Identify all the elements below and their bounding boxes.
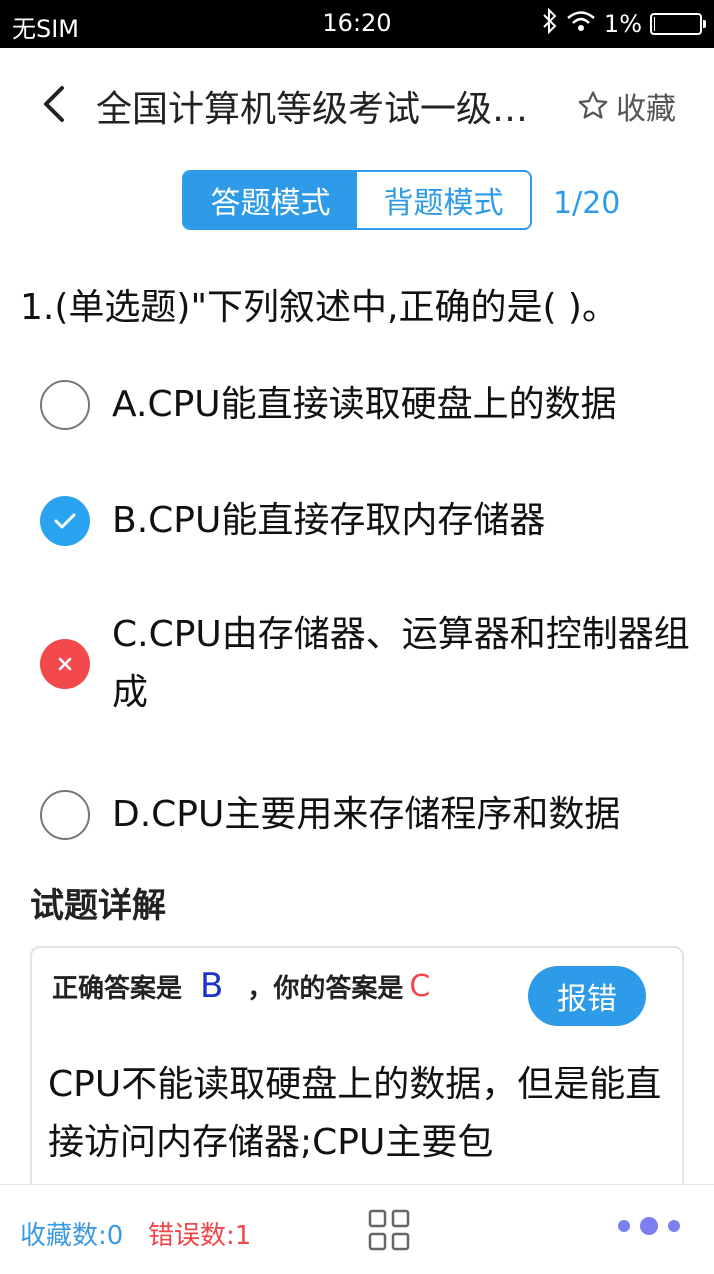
option-label: B.CPU能直接存取内存储器 <box>112 500 546 541</box>
chevron-left-icon <box>44 86 64 122</box>
mode-switch: 答题模式 背题模式 <box>182 170 532 230</box>
detail-title: 试题详解 <box>30 886 166 926</box>
battery-percent: 1% <box>603 10 642 38</box>
tab-answer-mode[interactable]: 答题模式 <box>184 172 357 228</box>
radio-unselected-icon <box>40 380 90 430</box>
favorite-label: 收藏 <box>616 92 676 127</box>
question-text: 1.(单选题)"下列叙述中,正确的是( )。 <box>20 287 618 328</box>
page-title: 全国计算机等级考试一级… <box>96 89 529 130</box>
detail-box: 正确答案是 B ，你的答案是 C 报错 CPU不能读取硬盘上的数据，但是能直接访… <box>30 946 684 1206</box>
your-answer-label: ，你的答案是 <box>247 973 404 1004</box>
back-button[interactable] <box>36 80 76 128</box>
more-dots-icon[interactable] <box>618 1217 680 1235</box>
status-bar: 无SIM 16:20 1% <box>0 0 714 48</box>
status-icons: 1% <box>542 7 706 40</box>
battery-fill <box>654 17 655 31</box>
dot <box>668 1220 680 1232</box>
correct-answer-label: 正确答案是 <box>52 973 183 1004</box>
dot <box>618 1220 630 1232</box>
option-label: A.CPU能直接读取硬盘上的数据 <box>112 384 617 425</box>
option-label: D.CPU主要用来存储程序和数据 <box>112 794 621 835</box>
favorite-count[interactable]: 收藏数:0 <box>20 1215 123 1252</box>
your-answer-value: C <box>409 968 431 1004</box>
correct-answer-value: B <box>200 966 224 1006</box>
option-label: C.CPU由存储器、运算器和控制器组成 <box>112 614 690 713</box>
explanation-text: CPU不能读取硬盘上的数据，但是能直接访问内存储器;CPU主要包 <box>48 1064 662 1163</box>
grid-icon <box>368 1209 410 1251</box>
check-icon <box>40 496 90 546</box>
cross-icon <box>40 639 90 689</box>
bottom-bar: 收藏数:0 错误数:1 <box>0 1184 714 1274</box>
answer-summary: 正确答案是 B ，你的答案是 C <box>52 966 430 1006</box>
option-b[interactable]: B.CPU能直接存取内存储器 <box>40 492 700 550</box>
option-d[interactable]: D.CPU主要用来存储程序和数据 <box>40 786 700 844</box>
report-error-button[interactable]: 报错 <box>528 966 646 1026</box>
header: 全国计算机等级考试一级… 收藏 <box>0 48 714 160</box>
favorite-button[interactable]: 收藏 <box>576 84 676 128</box>
tab-recite-mode[interactable]: 背题模式 <box>357 172 530 228</box>
question-progress: 1/20 <box>553 186 621 221</box>
option-a[interactable]: A.CPU能直接读取硬盘上的数据 <box>40 376 700 434</box>
error-count[interactable]: 错误数:1 <box>148 1215 251 1252</box>
option-c[interactable]: C.CPU由存储器、运算器和控制器组成 <box>40 606 700 722</box>
bluetooth-icon <box>542 7 558 40</box>
wifi-icon <box>566 10 596 38</box>
dot <box>640 1217 658 1235</box>
grid-button[interactable] <box>368 1209 410 1251</box>
radio-unselected-icon <box>40 790 90 840</box>
battery-icon <box>650 13 706 35</box>
star-outline-icon <box>578 91 608 119</box>
